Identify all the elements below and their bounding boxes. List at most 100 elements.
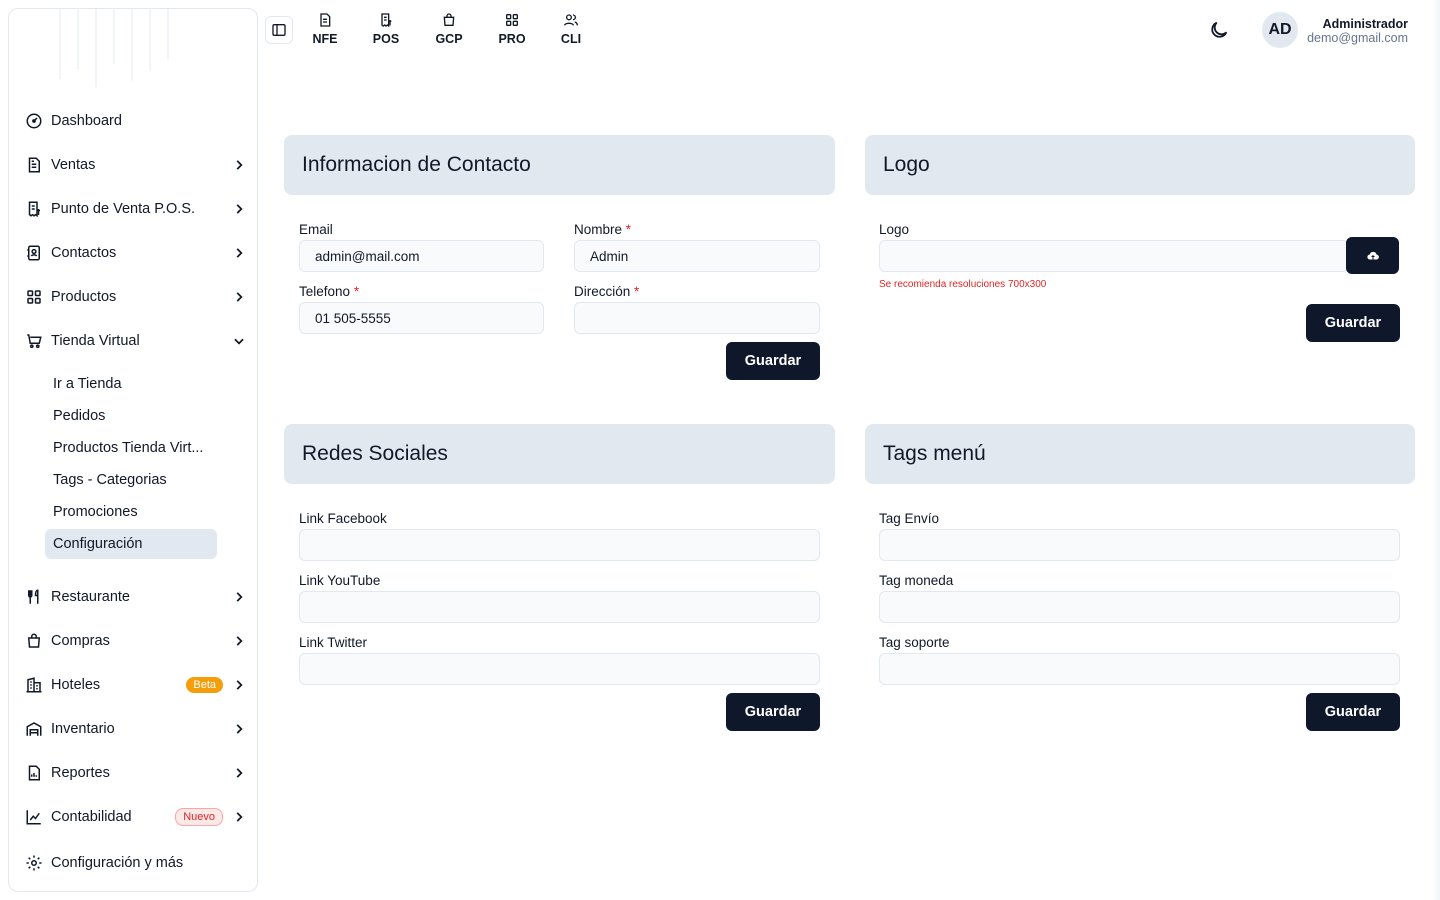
grid-icon (23, 286, 45, 308)
top-link-label: GCP (435, 32, 463, 46)
document-icon (320, 13, 331, 27)
report-icon (23, 762, 45, 784)
required-mark: * (634, 284, 640, 299)
top-link-pro[interactable]: PRO (488, 12, 536, 52)
youtube-label: Link YouTube (299, 573, 381, 588)
direccion-field[interactable] (574, 302, 820, 334)
sidebar-item-label: Ventas (51, 157, 96, 173)
telefono-field[interactable] (299, 302, 544, 334)
tag-envio-field[interactable] (879, 529, 1400, 561)
page-edge (1432, 0, 1440, 900)
sidebar-item-label: Compras (51, 633, 110, 649)
email-field[interactable] (299, 240, 544, 272)
panel-left-icon (272, 24, 286, 36)
telefono-label: Telefono * (299, 284, 360, 299)
pos-receipt-icon (23, 198, 45, 220)
sidebar-item-dashboard[interactable]: Dashboard (23, 105, 249, 137)
chevron-right-icon (229, 587, 249, 607)
submenu-item-promociones[interactable]: Promociones (45, 497, 217, 527)
sidebar-item-inventario[interactable]: Inventario (23, 713, 249, 745)
pos-receipt-icon (381, 13, 392, 28)
submenu-item-productos-tienda[interactable]: Productos Tienda Virt... (45, 433, 217, 463)
shopping-bag-icon (23, 630, 45, 652)
required-mark: * (625, 222, 632, 237)
nombre-label: Nombre * (574, 222, 632, 237)
chevron-right-icon (229, 675, 249, 695)
tags-save-button[interactable]: Guardar (1306, 693, 1400, 731)
sidebar-item-compras[interactable]: Compras (23, 625, 249, 657)
sidebar-item-reportes[interactable]: Reportes (23, 757, 249, 789)
top-link-cli[interactable]: CLI (547, 12, 595, 52)
company-logo (49, 9, 189, 89)
building-icon (23, 674, 45, 696)
sidebar-item-label: Productos (51, 289, 117, 305)
top-link-gcp[interactable]: GCP (425, 12, 473, 52)
sidebar-item-productos[interactable]: Productos (23, 281, 249, 313)
tag-moneda-field[interactable] (879, 591, 1400, 623)
sidebar-item-label: Configuración y más (51, 855, 184, 871)
moon-icon[interactable] (1208, 19, 1230, 41)
social-save-button[interactable]: Guardar (726, 693, 820, 731)
document-icon (23, 154, 45, 176)
social-card-title: Redes Sociales (284, 424, 835, 484)
twitter-field[interactable] (299, 653, 820, 685)
sidebar-item-configuracion-mas[interactable]: Configuración y más (23, 847, 249, 879)
submenu-item-ir-a-tienda[interactable]: Ir a Tienda (45, 369, 217, 399)
submenu-item-pedidos[interactable]: Pedidos (45, 401, 217, 431)
sidebar-item-hoteles[interactable]: Hoteles Beta (23, 669, 249, 701)
facebook-field[interactable] (299, 529, 820, 561)
sidebar-item-contactos[interactable]: Contactos (23, 237, 249, 269)
contacts-book-icon (23, 242, 45, 264)
gear-icon (23, 852, 45, 874)
chevron-right-icon (229, 199, 249, 219)
submenu-item-configuracion[interactable]: Configuración (45, 529, 217, 559)
top-link-nfe[interactable]: NFE (301, 12, 349, 52)
avatar[interactable]: AD (1262, 12, 1298, 48)
logo-hint: Se recomienda resoluciones 700x300 (879, 279, 1047, 290)
users-icon (564, 14, 578, 26)
user-name: Administrador (1322, 17, 1408, 31)
chevron-right-icon (229, 243, 249, 263)
warehouse-icon (23, 718, 45, 740)
upload-button[interactable] (1346, 237, 1399, 274)
nombre-field[interactable] (574, 240, 820, 272)
sidebar-toggle-button[interactable] (265, 16, 293, 44)
tags-card-title: Tags menú (865, 424, 1415, 484)
contact-save-button[interactable]: Guardar (726, 342, 820, 380)
sidebar-item-ventas[interactable]: Ventas (23, 149, 249, 181)
logo-file-input[interactable] (879, 240, 1349, 272)
sidebar-item-label: Dashboard (51, 113, 122, 129)
sidebar-item-label: Tienda Virtual (51, 333, 140, 349)
contact-card-title: Informacion de Contacto (284, 135, 835, 195)
tag-soporte-field[interactable] (879, 653, 1400, 685)
logo-label: Logo (879, 222, 910, 237)
top-link-label: PRO (498, 32, 526, 46)
chevron-down-icon (229, 331, 249, 351)
youtube-field[interactable] (299, 591, 820, 623)
sidebar-item-label: Hoteles (51, 677, 101, 693)
top-link-label: POS (372, 32, 400, 46)
tag-envio-label: Tag Envío (879, 511, 940, 526)
sidebar-item-restaurante[interactable]: Restaurante (23, 581, 249, 613)
shopping-bag-icon (443, 13, 455, 26)
top-link-label: NFE (312, 32, 338, 46)
submenu-item-tags-categorias[interactable]: Tags - Categorias (45, 465, 217, 495)
logo-save-button[interactable]: Guardar (1306, 304, 1400, 342)
sidebar-item-contabilidad[interactable]: Contabilidad Nuevo (23, 801, 249, 833)
sidebar-item-label: Restaurante (51, 589, 130, 605)
tag-moneda-label: Tag moneda (879, 573, 954, 588)
top-link-label: CLI (560, 32, 582, 46)
sidebar-item-pos[interactable]: Punto de Venta P.O.S. (23, 193, 249, 225)
beta-badge: Beta (186, 677, 223, 693)
top-link-pos[interactable]: POS (362, 12, 410, 52)
sidebar-item-label: Inventario (51, 721, 115, 737)
cloud-upload-icon (1366, 251, 1379, 260)
utensils-icon (23, 586, 45, 608)
chevron-right-icon (229, 807, 249, 827)
facebook-label: Link Facebook (299, 511, 387, 526)
shopping-cart-icon (23, 330, 45, 352)
chevron-right-icon (229, 763, 249, 783)
nuevo-badge: Nuevo (175, 808, 223, 826)
sidebar-item-tienda-virtual[interactable]: Tienda Virtual (23, 325, 249, 357)
sidebar: Dashboard Ventas Punto de Venta P.O.S. C… (8, 8, 258, 892)
